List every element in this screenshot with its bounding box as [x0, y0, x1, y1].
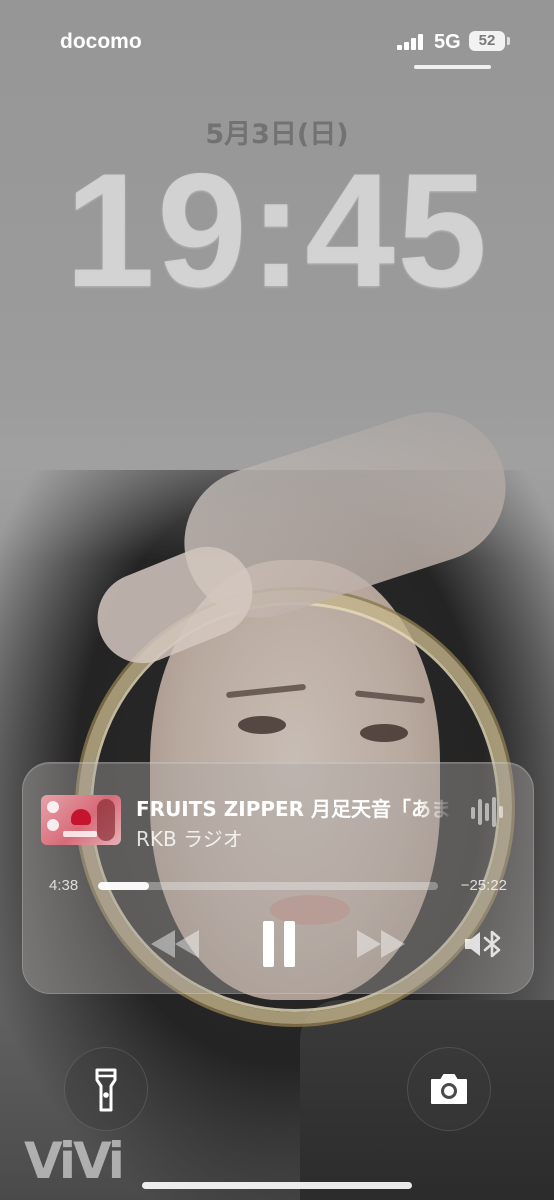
network-type: 5G: [434, 31, 461, 53]
elapsed-time: 4:38: [49, 877, 79, 894]
status-bar[interactable]: docomo 5G 52: [0, 0, 554, 80]
artwork-time-label: [63, 831, 97, 837]
camera-button[interactable]: [407, 1047, 491, 1131]
remaining-time: −25:22: [460, 877, 507, 894]
track-title: FRUITS ZIPPER 月足天音「あま: [136, 797, 452, 821]
playback-progress-fill: [98, 882, 149, 890]
flashlight-icon: [95, 1068, 117, 1112]
battery-cap: [507, 37, 510, 45]
audio-waveform-icon: [471, 797, 505, 827]
pause-icon[interactable]: [261, 921, 297, 967]
artwork-figure: [97, 799, 115, 841]
carrier-name: docomo: [60, 30, 142, 53]
album-artwork[interactable]: [41, 795, 121, 845]
wallpaper-watermark: ViVi: [24, 1132, 125, 1190]
track-source: RKB ラジオ: [136, 827, 243, 851]
rewind-icon[interactable]: [149, 927, 201, 961]
lock-time: 19:45: [64, 140, 490, 321]
speaker-bluetooth-icon[interactable]: [463, 929, 509, 959]
now-playing-widget[interactable]: FRUITS ZIPPER 月足天音「あま RKB ラジオ 4:38 −25:2…: [22, 762, 534, 994]
battery-level: 52: [478, 32, 496, 49]
artwork-heart-icon: [71, 809, 91, 825]
control-center-indicator[interactable]: [414, 65, 491, 69]
fast-forward-icon[interactable]: [355, 927, 407, 961]
cellular-signal-icon: [397, 34, 427, 50]
camera-icon: [431, 1074, 467, 1104]
battery-icon: 52: [469, 31, 505, 51]
playback-scrubber[interactable]: [98, 882, 438, 890]
flashlight-button[interactable]: [64, 1047, 148, 1131]
artwork-portrait-1: [47, 801, 59, 813]
lock-screen: ViVi docomo 5G 52 5月3日(日) 19:45 FRUITS Z…: [0, 0, 554, 1200]
artwork-portrait-2: [47, 819, 59, 831]
home-indicator[interactable]: [142, 1182, 412, 1189]
